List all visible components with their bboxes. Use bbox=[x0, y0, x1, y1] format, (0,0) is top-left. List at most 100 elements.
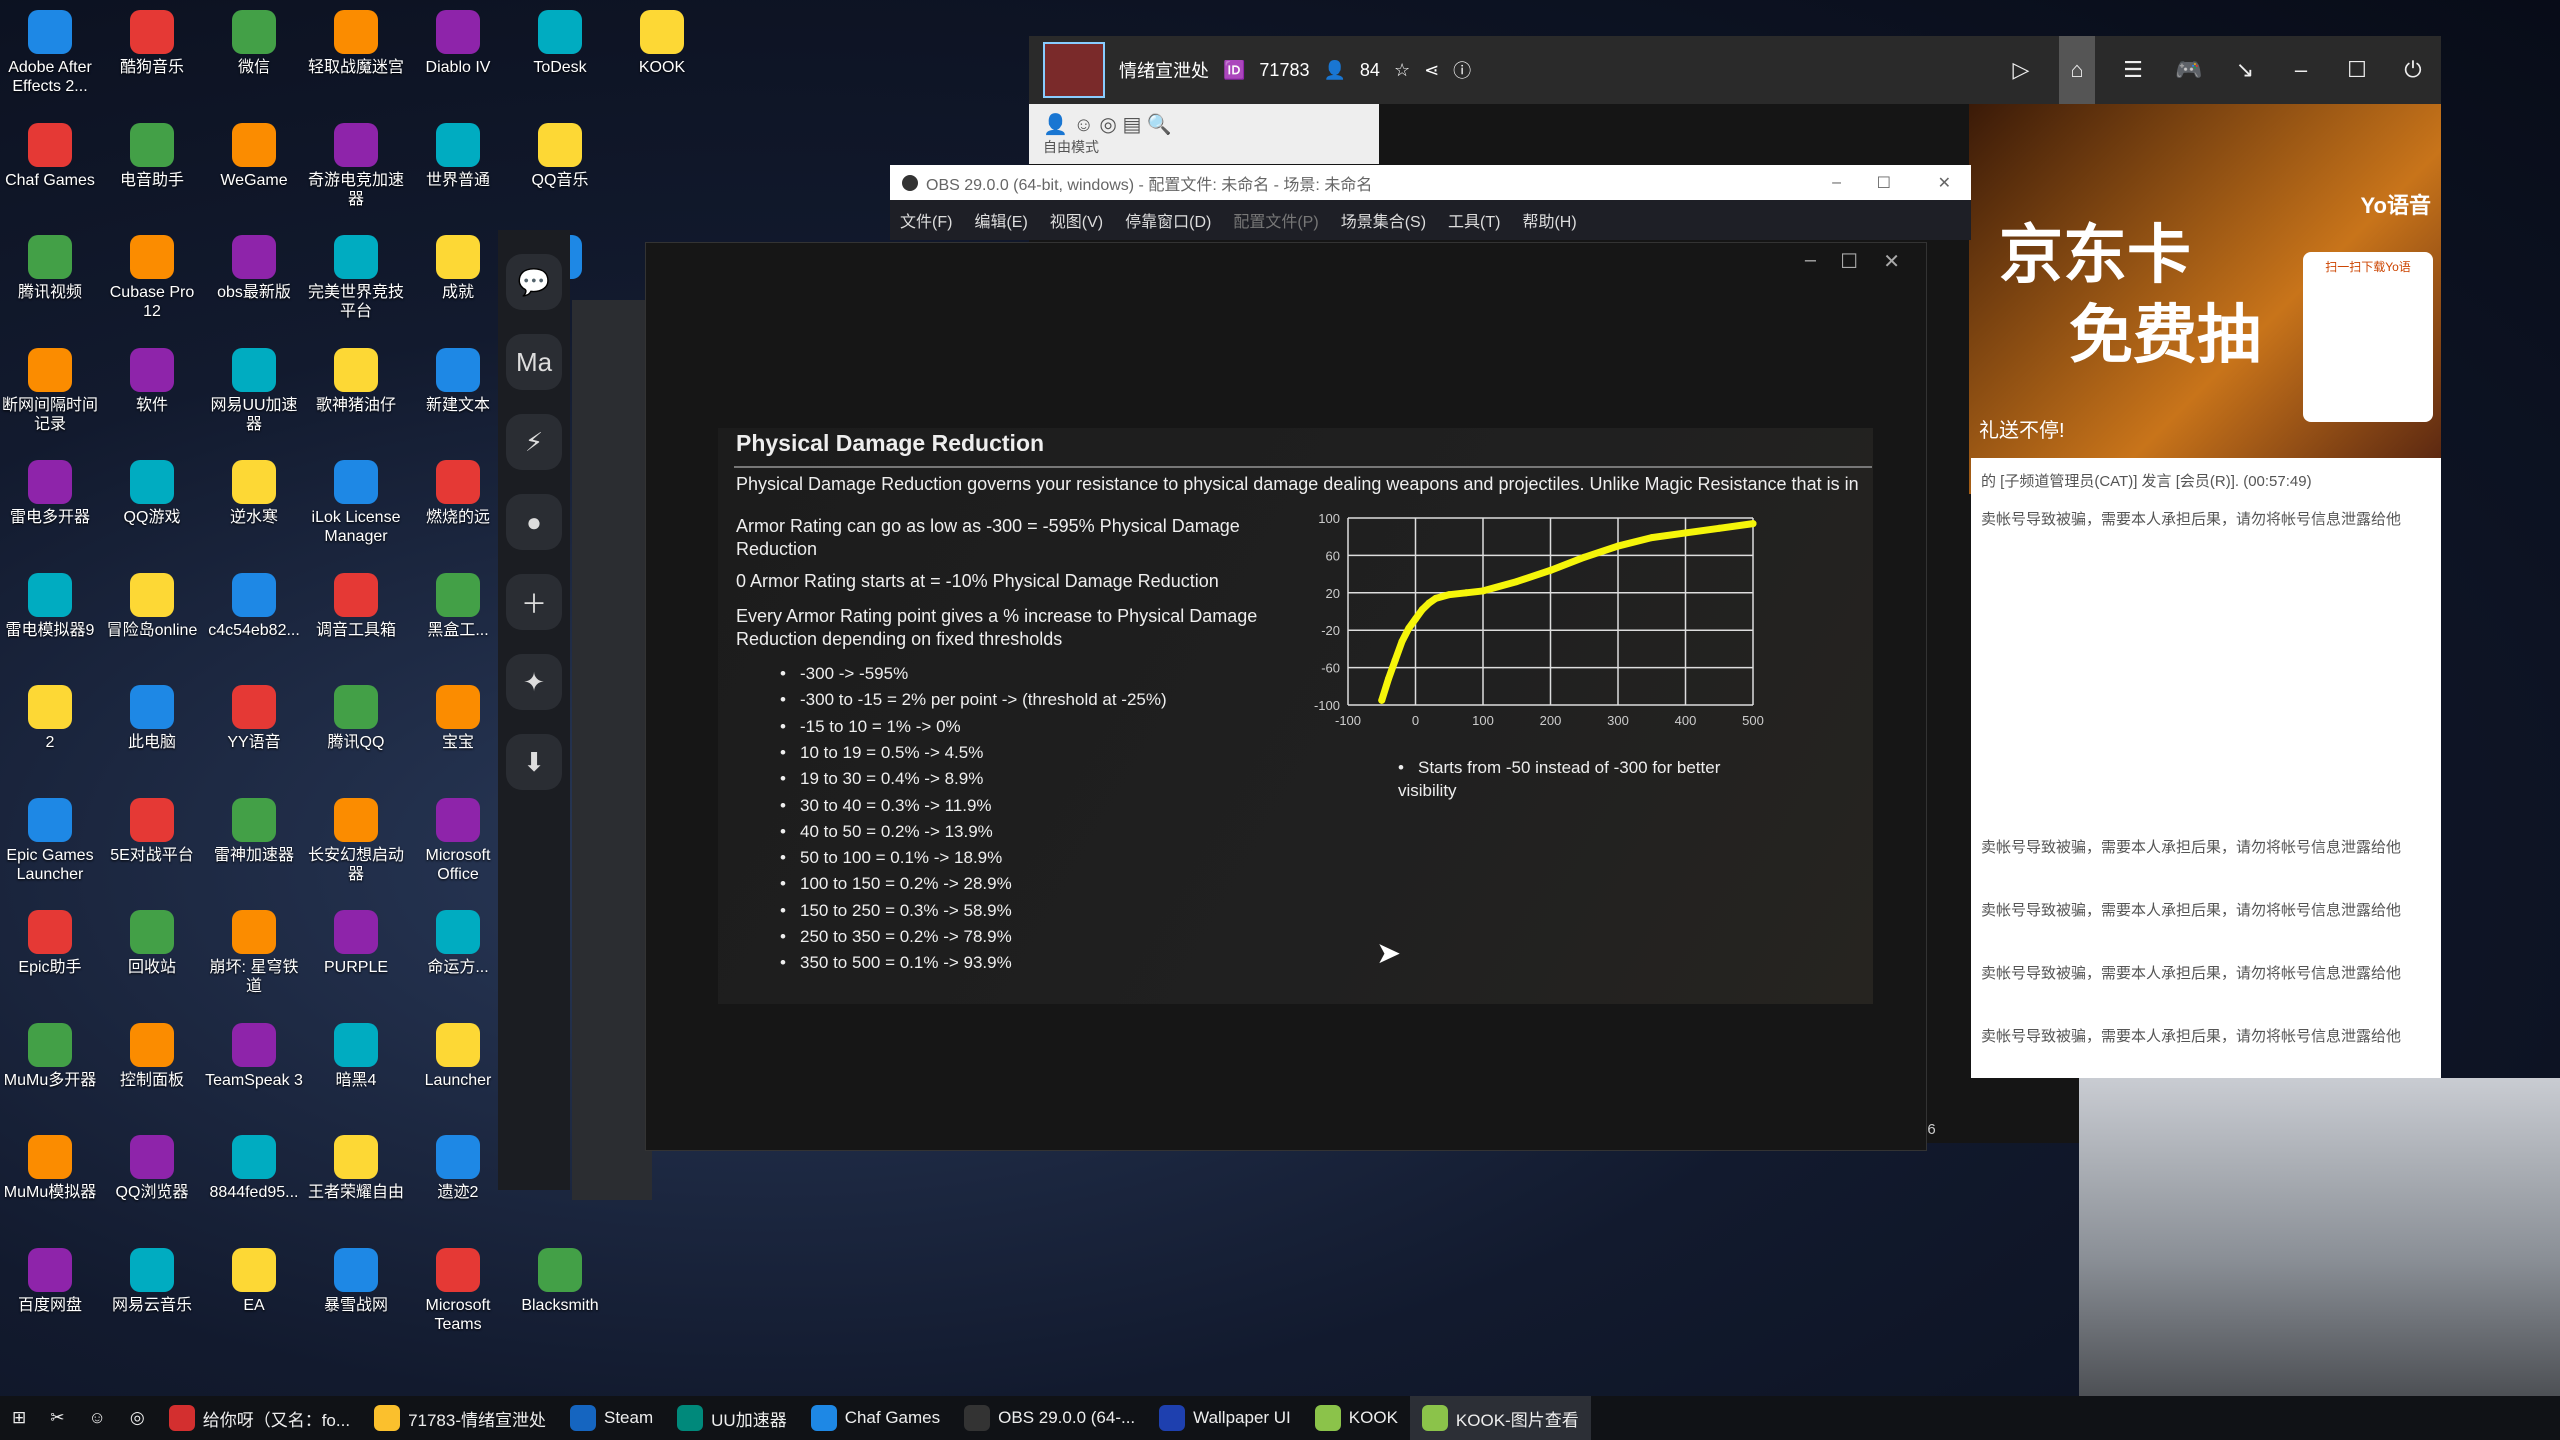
desktop-icon[interactable]: 调音工具箱 bbox=[306, 572, 406, 640]
desktop-icon[interactable]: 逆水寒 bbox=[204, 460, 304, 527]
desktop-icon[interactable]: Launcher bbox=[408, 1022, 508, 1090]
share-icon[interactable]: ⋖ bbox=[1424, 60, 1439, 81]
desktop-icon[interactable]: 断网间隔时间记录 bbox=[0, 347, 100, 434]
desktop-icon[interactable]: Chaf Games bbox=[0, 122, 100, 190]
desktop-icon[interactable]: 网易UU加速器 bbox=[204, 347, 304, 434]
ad-banner[interactable]: 京东卡 免费抽 Yo语音 扫一扫下载Yo语 礼送不停! bbox=[1969, 104, 2441, 494]
list-icon[interactable]: ☰ bbox=[2115, 57, 2151, 83]
desktop-icon[interactable]: 新建文本 bbox=[408, 347, 508, 415]
maximize-button[interactable]: ☐ bbox=[1877, 173, 1891, 193]
desktop-icon[interactable]: 世界普通 bbox=[408, 122, 508, 190]
desktop-icon[interactable]: 燃烧的远 bbox=[408, 460, 508, 527]
menu-docks[interactable]: 停靠窗口(D) bbox=[1125, 208, 1211, 232]
desktop-icon[interactable]: 歌神猪油仔 bbox=[306, 347, 406, 415]
desktop-icon[interactable]: c4c54eb82... bbox=[204, 572, 304, 640]
desktop-icon[interactable]: Blacksmith bbox=[510, 1247, 610, 1315]
power-icon[interactable]: ⏻ bbox=[2395, 57, 2431, 83]
add-server-button[interactable]: ＋ bbox=[506, 574, 562, 630]
taskbar-item[interactable]: Steam bbox=[558, 1396, 665, 1440]
desktop-icon[interactable]: MuMu模拟器 bbox=[0, 1135, 100, 1202]
desktop-icon[interactable]: 奇游电竞加速器 bbox=[306, 122, 406, 209]
desktop-icon[interactable]: 电音助手 bbox=[102, 122, 202, 190]
desktop-icon[interactable]: YY语音 bbox=[204, 685, 304, 752]
desktop-icon[interactable]: 王者荣耀自由 bbox=[306, 1135, 406, 1202]
menu-edit[interactable]: 编辑(E) bbox=[974, 208, 1027, 232]
taskbar-item[interactable]: OBS 29.0.0 (64-... bbox=[952, 1396, 1147, 1440]
collapse-icon[interactable]: ↘ bbox=[2227, 57, 2263, 83]
menu-scene-collection[interactable]: 场景集合(S) bbox=[1341, 208, 1426, 232]
desktop-icon[interactable]: 网易云音乐 bbox=[102, 1247, 202, 1315]
desktop-icon[interactable]: 遗迹2 bbox=[408, 1135, 508, 1202]
kook-server-ma[interactable]: Ma bbox=[506, 334, 562, 390]
yy-icon[interactable]: ☺ bbox=[77, 1396, 118, 1440]
menu-file[interactable]: 文件(F) bbox=[900, 208, 952, 232]
desktop-icon[interactable]: 雷电模拟器9 bbox=[0, 572, 100, 640]
taskbar-item[interactable]: KOOK bbox=[1303, 1396, 1410, 1440]
kook-server-button[interactable]: ● bbox=[506, 494, 562, 550]
desktop-icon[interactable]: QQ浏览器 bbox=[102, 1135, 202, 1202]
desktop-icon[interactable]: 雷电多开器 bbox=[0, 460, 100, 527]
desktop-icon[interactable]: 雷神加速器 bbox=[204, 797, 304, 865]
kook-server-button[interactable]: ⚡ bbox=[506, 414, 562, 470]
desktop-icon[interactable]: Microsoft Teams bbox=[408, 1247, 508, 1334]
taskbar-item[interactable]: 给你呀（又名：fo... bbox=[157, 1396, 362, 1440]
desktop-icon[interactable]: Cubase Pro 12 bbox=[102, 235, 202, 321]
desktop-icon[interactable]: PURPLE bbox=[306, 910, 406, 977]
home-icon[interactable]: ⌂ bbox=[2059, 36, 2095, 104]
menu-view[interactable]: 视图(V) bbox=[1050, 208, 1103, 232]
tools-icon[interactable]: ✂ bbox=[38, 1396, 76, 1440]
star-icon[interactable]: ☆ bbox=[1394, 60, 1410, 81]
desktop-icon[interactable]: iLok License Manager bbox=[306, 460, 406, 546]
desktop-icon[interactable]: 控制面板 bbox=[102, 1022, 202, 1090]
desktop-icon[interactable]: 完美世界竞技平台 bbox=[306, 235, 406, 321]
desktop-icon[interactable]: Adobe After Effects 2... bbox=[0, 10, 100, 96]
browser-icon[interactable]: ◎ bbox=[118, 1396, 157, 1440]
maximize-button[interactable]: ☐ bbox=[1840, 249, 1858, 274]
menu-help[interactable]: 帮助(H) bbox=[1522, 208, 1576, 232]
desktop-icon[interactable]: 酷狗音乐 bbox=[102, 10, 202, 77]
download-icon[interactable]: ⬇ bbox=[506, 734, 562, 790]
kook-message-button[interactable]: 💬 bbox=[506, 254, 562, 310]
taskbar-item[interactable]: Chaf Games bbox=[799, 1396, 952, 1440]
desktop-icon[interactable]: MuMu多开器 bbox=[0, 1022, 100, 1090]
maximize-icon[interactable]: ☐ bbox=[2339, 57, 2375, 83]
desktop-icon[interactable]: 长安幻想启动器 bbox=[306, 797, 406, 884]
taskbar-item[interactable]: Wallpaper UI bbox=[1147, 1396, 1303, 1440]
desktop-icon[interactable]: WeGame bbox=[204, 122, 304, 190]
desktop-icon[interactable]: QQ音乐 bbox=[510, 122, 610, 190]
menu-tools[interactable]: 工具(T) bbox=[1448, 208, 1500, 232]
desktop-icon[interactable]: 命运方... bbox=[408, 910, 508, 977]
desktop-icon[interactable]: Microsoft Office bbox=[408, 797, 508, 884]
taskbar-item[interactable]: KOOK-图片查看 bbox=[1409, 1396, 1591, 1440]
desktop-icon[interactable]: 腾讯QQ bbox=[306, 685, 406, 752]
desktop-icon[interactable]: 宝宝 bbox=[408, 685, 508, 752]
desktop-icon[interactable]: 微信 bbox=[204, 10, 304, 77]
desktop-icon[interactable]: 此电脑 bbox=[102, 685, 202, 752]
desktop-icon[interactable]: 软件 bbox=[102, 347, 202, 415]
info-icon[interactable]: ⓘ bbox=[1453, 57, 1471, 83]
desktop-icon[interactable]: Diablo IV bbox=[408, 10, 508, 77]
video-icon[interactable]: ▷ bbox=[2003, 57, 2039, 83]
desktop-icon[interactable]: Epic Games Launcher bbox=[0, 797, 100, 884]
desktop-icon[interactable]: 崩坏: 星穹铁道 bbox=[204, 910, 304, 996]
desktop-icon[interactable]: 2 bbox=[0, 685, 100, 752]
desktop-icon[interactable]: 暴雪战网 bbox=[306, 1247, 406, 1315]
desktop-icon[interactable]: 百度网盘 bbox=[0, 1247, 100, 1315]
desktop-icon[interactable]: ToDesk bbox=[510, 10, 610, 77]
desktop-icon[interactable]: TeamSpeak 3 bbox=[204, 1022, 304, 1090]
minimize-button[interactable]: – bbox=[1832, 174, 1841, 192]
minimize-icon[interactable]: – bbox=[2283, 57, 2319, 83]
desktop-icon[interactable]: 暗黑4 bbox=[306, 1022, 406, 1090]
desktop-icon[interactable]: 冒险岛online bbox=[102, 572, 202, 640]
desktop-icon[interactable]: 8844fed95... bbox=[204, 1135, 304, 1202]
menu-profile[interactable]: 配置文件(P) bbox=[1233, 208, 1318, 232]
discover-icon[interactable]: ✦ bbox=[506, 654, 562, 710]
desktop-icon[interactable]: QQ游戏 bbox=[102, 460, 202, 527]
taskbar-item[interactable]: UU加速器 bbox=[665, 1396, 799, 1440]
desktop-icon[interactable]: Epic助手 bbox=[0, 910, 100, 977]
minimize-button[interactable]: – bbox=[1805, 249, 1816, 272]
taskbar-item[interactable]: 71783-情绪宣泄处 bbox=[362, 1396, 558, 1440]
desktop-icon[interactable]: KOOK bbox=[612, 10, 712, 77]
start-button[interactable]: ⊞ bbox=[0, 1396, 38, 1440]
close-button[interactable]: ✕ bbox=[1883, 249, 1900, 274]
